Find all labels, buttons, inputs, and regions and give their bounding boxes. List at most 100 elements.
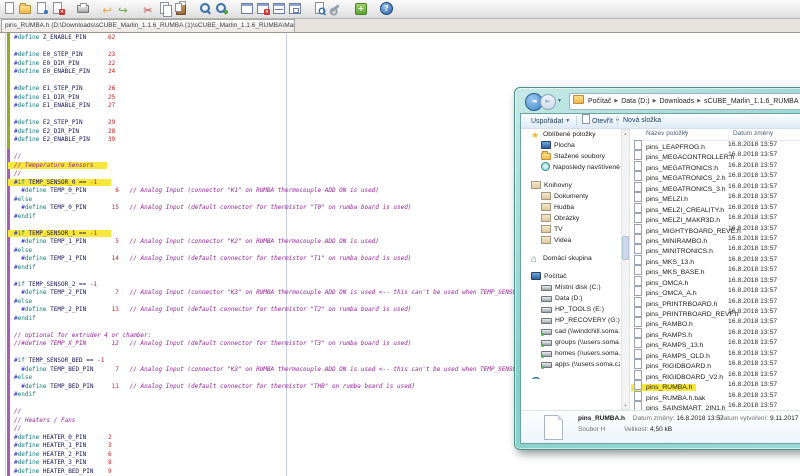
- file-row[interactable]: pins_RAMPS.h16.8.2018 13:57: [631, 328, 800, 338]
- sidebar-item-data-d[interactable]: Data (D:): [523, 293, 620, 304]
- find-icon[interactable]: [198, 1, 212, 15]
- breadcrumb-separator-icon[interactable]: ▶: [612, 94, 620, 109]
- breadcrumb-item[interactable]: Počítač: [587, 94, 612, 109]
- scrollbar-thumb[interactable]: [622, 236, 629, 260]
- sidebar-item-m-stn-disk-c[interactable]: Místní disk (C:): [523, 282, 620, 293]
- sidebar-item-po-ta[interactable]: Počítač: [523, 271, 620, 282]
- new-folder-button[interactable]: Nová složka: [623, 114, 661, 128]
- preview-icon[interactable]: [312, 1, 326, 15]
- file-row[interactable]: pins_MKS_13.h16.8.2018 13:57: [631, 255, 800, 265]
- file-row[interactable]: pins_RAMPS_13.h16.8.2018 13:57: [631, 338, 800, 348]
- sidebar-item-label: Obrázky: [554, 215, 579, 222]
- file-row[interactable]: pins_MEGATRONICS.h16.8.2018 13:57: [631, 161, 800, 171]
- sidebar-scrollbar[interactable]: ▲ ▼: [621, 129, 630, 410]
- sidebar-item-label: Naposledy navštívené: [553, 164, 620, 171]
- undo-icon[interactable]: ↩: [100, 1, 114, 15]
- history-dropdown-icon[interactable]: ▼: [557, 98, 562, 104]
- file-date-modified: 16.8.2018 13:57: [728, 349, 777, 359]
- close-file-icon[interactable]: ×: [50, 1, 64, 15]
- file-row[interactable]: pins_MEGATRONICS_3.h16.8.2018 13:57: [631, 182, 800, 192]
- file-row[interactable]: pins_MELZI_CREALITY.h16.8.2018 13:57: [631, 203, 800, 213]
- sidebar-item-plocha[interactable]: Plocha: [523, 140, 620, 151]
- file-date-modified: 16.8.2018 13:57: [728, 213, 777, 223]
- redo-icon[interactable]: ↪: [116, 1, 130, 15]
- tile-vertical-icon[interactable]: [287, 1, 301, 15]
- file-icon: [634, 317, 642, 327]
- file-row[interactable]: pins_OMCA_A.h16.8.2018 13:57: [631, 286, 800, 296]
- forward-button[interactable]: ►: [540, 94, 556, 110]
- file-row[interactable]: pins_MKS_BASE.h16.8.2018 13:57: [631, 265, 800, 275]
- file-row[interactable]: pins_SAINSMART_2IN1.h16.8.2018 13:57: [631, 401, 800, 410]
- find-replace-icon[interactable]: [214, 1, 228, 15]
- sidebar-item-homes-users-soma-cz[interactable]: homes (\\users.soma.cz): [523, 348, 620, 359]
- file-row[interactable]: pins_MIGHTYBOARD_REVE.h16.8.2018 13:57: [631, 224, 800, 234]
- downloads-folder-icon: [541, 153, 551, 160]
- cut-icon[interactable]: ✂: [141, 1, 155, 15]
- sidebar-item-obr-zky[interactable]: Obrázky: [523, 213, 620, 224]
- sidebar-item-hp-tools-e[interactable]: HP_TOOLS (E:): [523, 304, 620, 315]
- file-row[interactable]: pins_LEAPFROG.h16.8.2018 13:57: [631, 140, 800, 150]
- file-row[interactable]: pins_MELZI.h16.8.2018 13:57: [631, 192, 800, 202]
- paste-icon[interactable]: [173, 1, 187, 15]
- sidebar-item-hp-recovery-g[interactable]: HP_RECOVERY (G:): [523, 315, 620, 326]
- file-row[interactable]: pins_RUMBA.h.bak16.8.2018 13:57: [631, 391, 800, 401]
- file-row[interactable]: pins_OMCA.h16.8.2018 13:57: [631, 276, 800, 286]
- sidebar-item-label: HP_TOOLS (E:): [555, 306, 604, 313]
- file-date-modified: 16.8.2018 13:57: [728, 401, 777, 410]
- sidebar-item-sta-en-soubory[interactable]: Stažené soubory: [523, 151, 620, 162]
- breadcrumb[interactable]: Počítač▶Data (D:)▶Downloads▶sCUBE_Marlin…: [569, 93, 800, 110]
- sidebar-item-cad-windchill-soma-cz[interactable]: cad (\\windchill.soma.cz): [523, 326, 620, 337]
- tile-horizontal-icon[interactable]: [271, 1, 285, 15]
- breadcrumb-item[interactable]: Data (D:): [620, 94, 650, 109]
- print-icon[interactable]: [75, 1, 89, 15]
- file-row[interactable]: pins_MINITRONICS.h16.8.2018 13:57: [631, 244, 800, 254]
- file-row[interactable]: pins_RIGIDBOARD_V2.h16.8.2018 13:57: [631, 370, 800, 380]
- sidebar-item-tv[interactable]: TV: [523, 224, 620, 235]
- sidebar-item-apps-users-soma-cz-z[interactable]: apps (\\users.soma.cz) (Z: [523, 359, 620, 370]
- file-row[interactable]: pins_PRINTRBOARD_REVF.h16.8.2018 13:57: [631, 307, 800, 317]
- file-row[interactable]: pins_MEGACONTROLLER.h16.8.2018 13:57: [631, 150, 800, 160]
- open-button[interactable]: Otevřít▼: [582, 114, 620, 129]
- file-row[interactable]: pins_RUMBA.h16.8.2018 13:57: [631, 380, 800, 390]
- toolbar-separator: [617, 116, 618, 126]
- settings-icon[interactable]: [328, 1, 342, 15]
- breadcrumb-separator-icon[interactable]: ▶: [695, 94, 703, 109]
- file-date-modified: 16.8.2018 13:57: [728, 380, 777, 390]
- sidebar-item-s[interactable]: Síť: [523, 377, 620, 379]
- copy-icon[interactable]: [157, 1, 171, 15]
- new-file-icon[interactable]: [2, 1, 16, 15]
- file-row[interactable]: pins_MINIRAMBO.h16.8.2018 13:57: [631, 234, 800, 244]
- file-row[interactable]: pins_RAMPS_OLD.h16.8.2018 13:57: [631, 349, 800, 359]
- organize-button[interactable]: Uspořádat▼: [531, 114, 570, 129]
- sidebar-item-groups-users-soma-cz[interactable]: groups (\\users.soma.cz): [523, 337, 620, 348]
- open-folder-icon[interactable]: [18, 1, 32, 15]
- chevron-down-icon: ▼: [563, 118, 570, 124]
- file-row[interactable]: pins_PRINTRBOARD.h16.8.2018 13:57: [631, 297, 800, 307]
- scroll-down-icon[interactable]: ▼: [622, 402, 629, 409]
- save-file-icon[interactable]: [34, 1, 48, 15]
- sidebar-item-obl-ben-polo-ky[interactable]: ★Oblíbené položky: [523, 129, 620, 140]
- sidebar-item-dokumenty[interactable]: Dokumenty: [523, 191, 620, 202]
- sidebar-item-knihovny[interactable]: Knihovny: [523, 180, 620, 191]
- date-column-header[interactable]: Datum změny: [728, 128, 773, 140]
- breadcrumb-item[interactable]: Downloads: [658, 94, 695, 109]
- name-column-header[interactable]: Název položky: [646, 128, 688, 140]
- close-window-icon[interactable]: ×: [255, 1, 269, 15]
- sidebar-item-videa[interactable]: Videa: [523, 235, 620, 246]
- sidebar-item-dom-c-skupina[interactable]: ⌂Domácí skupina: [523, 253, 620, 264]
- file-row[interactable]: pins_MEGATRONICS_2.h16.8.2018 13:57: [631, 171, 800, 181]
- sidebar-item-hudba[interactable]: Hudba: [523, 202, 620, 213]
- file-row[interactable]: pins_RAMBO.h16.8.2018 13:57: [631, 317, 800, 327]
- sidebar-item-naposledy-nav-t-ven[interactable]: Naposledy navštívené: [523, 162, 620, 173]
- breadcrumb-separator-icon[interactable]: ▶: [651, 94, 659, 109]
- help-icon[interactable]: ?: [378, 1, 392, 15]
- file-row[interactable]: pins_RIGIDBOARD.h16.8.2018 13:57: [631, 359, 800, 369]
- file-date-modified: 16.8.2018 13:57: [728, 203, 777, 213]
- breadcrumb-item[interactable]: sCUBE_Marlin_1.1.6_RUMBA (1): [703, 94, 800, 109]
- scroll-up-icon[interactable]: ▲: [622, 130, 629, 137]
- plugin-icon[interactable]: +: [353, 1, 367, 15]
- document-tab[interactable]: pins_RUMBA.h (D:\Downloads\sCUBE_Marlin_…: [1, 19, 295, 32]
- new-window-icon[interactable]: [239, 1, 253, 15]
- file-row[interactable]: pins_MELZI_MAKR3D.h16.8.2018 13:57: [631, 213, 800, 223]
- explorer-window[interactable]: ◄ ► ▼ Počítač▶Data (D:)▶Downloads▶sCUBE_…: [514, 87, 800, 450]
